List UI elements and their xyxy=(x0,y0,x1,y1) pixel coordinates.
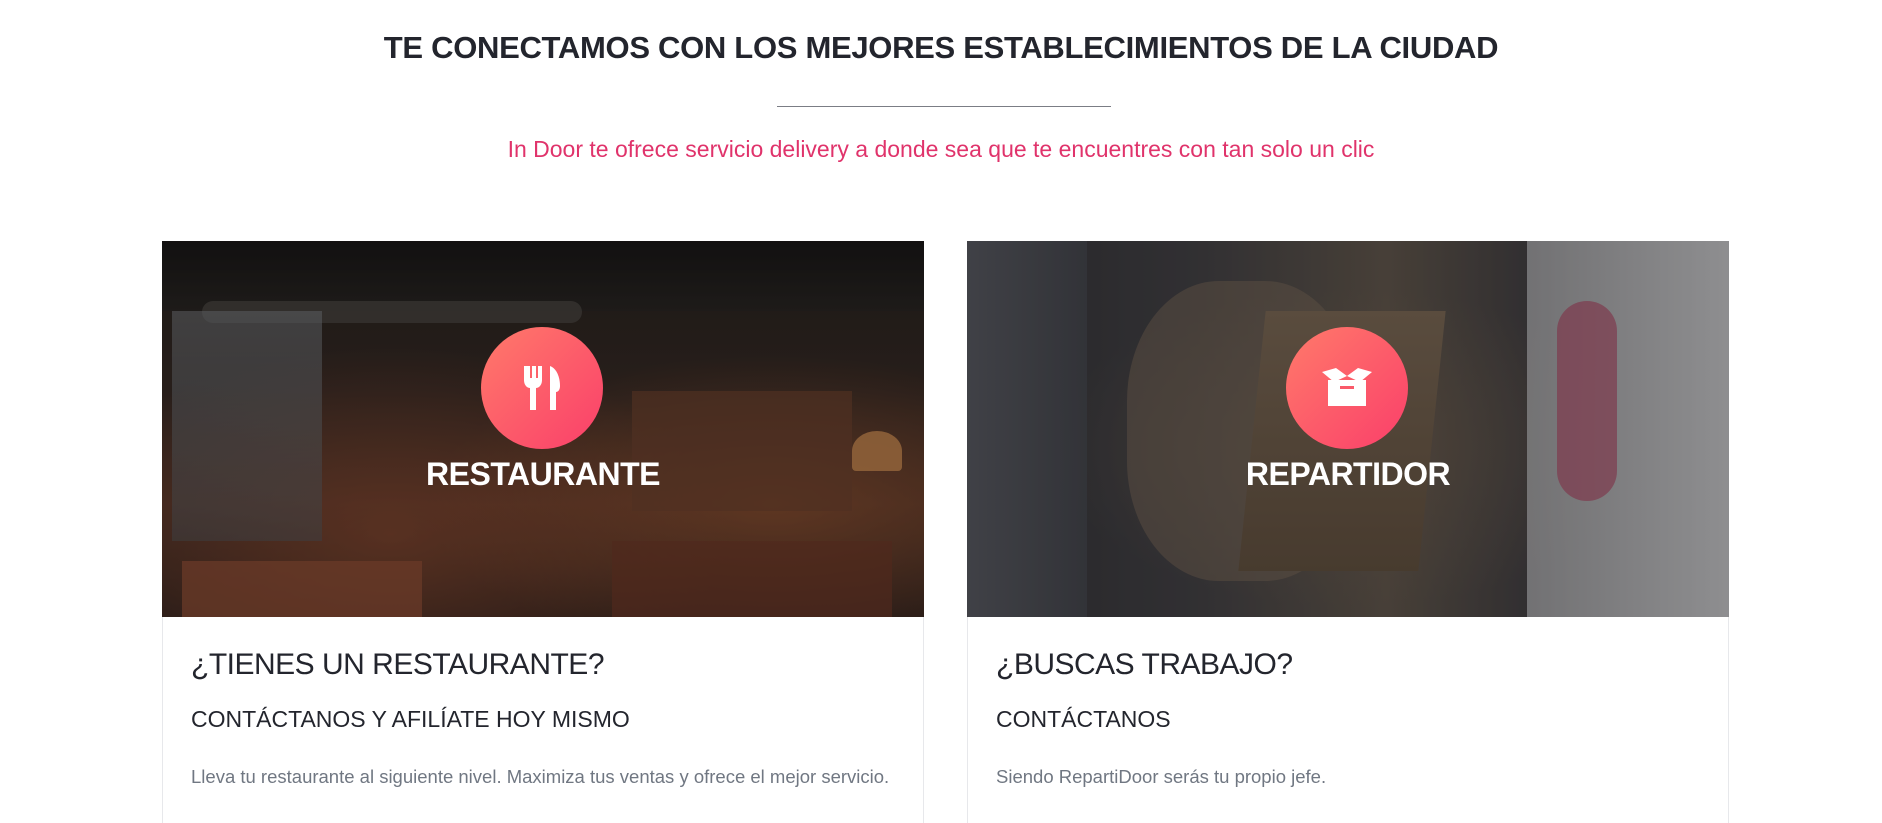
card-heading: ¿BUSCAS TRABAJO? xyxy=(996,648,1293,681)
restaurant-card[interactable]: RESTAURANTE ¿TIENES UN RESTAURANTE? CONT… xyxy=(162,241,924,823)
section-subtitle: In Door te ofrece servicio delivery a do… xyxy=(507,136,1375,162)
section-title: TE CONECTAMOS CON LOS MEJORES ESTABLECIM… xyxy=(383,30,1499,65)
card-body: ¿TIENES UN RESTAURANTE? CONTÁCTANOS Y AF… xyxy=(191,648,895,795)
courier-card[interactable]: REPARTIDOR ¿BUSCAS TRABAJO? CONTÁCTANOS … xyxy=(967,241,1729,823)
card-description: Siendo RepartiDoor serás tu propio jefe. xyxy=(996,766,1327,787)
fork-knife-icon xyxy=(481,327,603,449)
restaurant-label: RESTAURANTE xyxy=(426,456,660,492)
page: TE CONECTAMOS CON LOS MEJORES ESTABLECIM… xyxy=(0,0,1882,823)
courier-label: REPARTIDOR xyxy=(1245,456,1451,492)
title-divider xyxy=(777,106,1111,107)
card-heading: ¿TIENES UN RESTAURANTE? xyxy=(191,648,605,681)
card-subheading: CONTÁCTANOS xyxy=(996,706,1171,732)
courier-image[interactable]: REPARTIDOR xyxy=(967,241,1729,617)
card-body: ¿BUSCAS TRABAJO? CONTÁCTANOS Siendo Repa… xyxy=(996,648,1700,795)
restaurant-image[interactable]: RESTAURANTE xyxy=(162,241,924,617)
card-description: Lleva tu restaurante al siguiente nivel.… xyxy=(191,766,890,787)
box-icon xyxy=(1286,327,1408,449)
card-subheading: CONTÁCTANOS Y AFILÍATE HOY MISMO xyxy=(191,706,630,732)
